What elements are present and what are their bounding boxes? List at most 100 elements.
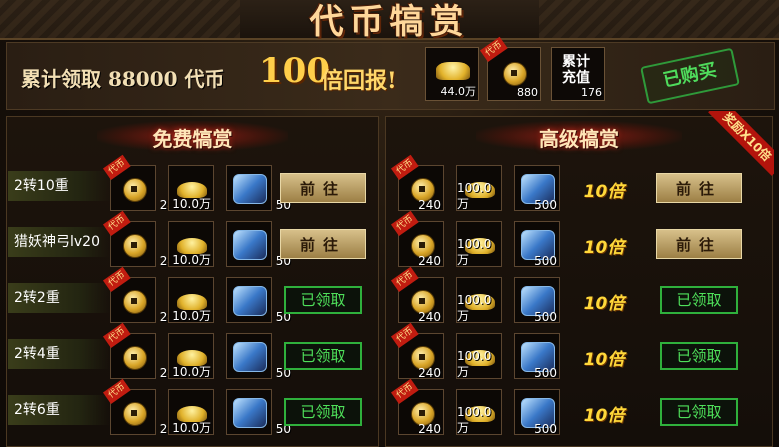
token-qty: 240 bbox=[418, 366, 441, 380]
window-title: 代币犒赏 bbox=[309, 2, 470, 42]
gold-qty: 100.0万 bbox=[457, 405, 492, 435]
gold-reward-slot[interactable]: 10.0万 bbox=[168, 389, 214, 435]
token-reward-slot[interactable]: 代币 240 bbox=[390, 378, 444, 436]
gold-reward-slot[interactable]: 10.0万 bbox=[168, 165, 214, 211]
token-qty: 240 bbox=[418, 310, 441, 324]
gold-reward-slot[interactable]: 10.0万 bbox=[168, 277, 214, 323]
free-panel-title: 免费犒赏 bbox=[152, 127, 233, 151]
gold-ingot-value: 44.0万 bbox=[440, 85, 477, 98]
gold-qty: 10.0万 bbox=[172, 365, 211, 379]
gold-reward-slot[interactable]: 10.0万 bbox=[168, 221, 214, 267]
token-reward-slot[interactable]: 代币24 bbox=[102, 210, 175, 268]
gem-stone-icon bbox=[233, 230, 267, 260]
token-reward-slot[interactable]: 代币24 bbox=[102, 322, 175, 380]
gold-qty: 100.0万 bbox=[457, 181, 492, 211]
recharge-value: 176 bbox=[581, 86, 602, 99]
gem-reward-slot[interactable]: 500 bbox=[514, 221, 560, 268]
token-reward-slot[interactable]: 代币24 bbox=[102, 154, 175, 212]
gem-reward-slot[interactable]: 50 bbox=[226, 221, 291, 268]
claimed-button[interactable]: 已领取 bbox=[660, 398, 738, 426]
token-coin-icon bbox=[123, 234, 147, 258]
claimed-button[interactable]: 已领取 bbox=[660, 286, 738, 314]
return-text: 倍回报! bbox=[321, 68, 397, 94]
free-row: 2转2重 代币24 10.0万 50 已领取 bbox=[8, 266, 378, 327]
gold-reward-slot[interactable]: 100.0万 bbox=[456, 389, 502, 435]
free-row: 2转10重 代币24 10.0万 50 前往 bbox=[8, 154, 378, 215]
gem-reward-slot[interactable]: 500 bbox=[514, 165, 560, 212]
token-reward-slot[interactable]: 代币24 bbox=[102, 378, 175, 436]
gold-reward-slot[interactable]: 100.0万 bbox=[456, 277, 502, 323]
gem-qty: 500 bbox=[534, 198, 557, 212]
go-button[interactable]: 前往 bbox=[280, 173, 366, 203]
summary-header: 累计领取 88000 代币 100 倍回报! 44.0万 代币 880 累计充值… bbox=[6, 36, 775, 110]
gold-reward-slot[interactable]: 100.0万 bbox=[456, 333, 502, 379]
gold-qty: 10.0万 bbox=[172, 197, 211, 211]
token-coin-icon bbox=[123, 178, 147, 202]
gold-ingot-icon bbox=[436, 62, 470, 80]
gem-qty: 500 bbox=[534, 310, 557, 324]
token-coin-icon bbox=[123, 290, 147, 314]
claimed-button[interactable]: 已领取 bbox=[284, 286, 362, 314]
purchased-stamp: 已购买 bbox=[640, 47, 740, 105]
go-button[interactable]: 前往 bbox=[280, 229, 366, 259]
gold-qty: 10.0万 bbox=[172, 309, 211, 323]
go-button[interactable]: 前往 bbox=[656, 173, 742, 203]
gem-qty: 500 bbox=[534, 254, 557, 268]
token-reward-slot[interactable]: 代币 240 bbox=[390, 322, 444, 380]
gold-reward-slot[interactable]: 100.0万 bbox=[456, 221, 502, 267]
return-multiplier: 100 bbox=[259, 51, 330, 91]
task-label: 2转10重 bbox=[8, 171, 110, 201]
claimed-button[interactable]: 已领取 bbox=[660, 342, 738, 370]
gem-qty: 500 bbox=[534, 366, 557, 380]
token-reward-slot[interactable]: 代币24 bbox=[102, 266, 175, 324]
gem-reward-slot[interactable]: 500 bbox=[514, 389, 560, 436]
premium-row: 代币 240 100.0万 500 10倍 前往 bbox=[390, 210, 768, 271]
premium-row: 代币 240 100.0万 500 10倍 已领取 bbox=[390, 378, 768, 439]
token-reward-slot[interactable]: 代币 240 bbox=[390, 154, 444, 212]
gold-qty: 100.0万 bbox=[457, 349, 492, 379]
task-label: 2转6重 bbox=[8, 395, 110, 425]
claimed-button[interactable]: 已领取 bbox=[284, 342, 362, 370]
multiplier-label: 10倍 bbox=[583, 350, 625, 370]
premium-row: 代币 240 100.0万 500 10倍 已领取 bbox=[390, 266, 768, 327]
gem-reward-slot[interactable]: 50 bbox=[226, 389, 291, 436]
gem-reward-slot[interactable]: 500 bbox=[514, 277, 560, 324]
token-reward-slot[interactable]: 代币 240 bbox=[390, 210, 444, 268]
gem-stone-icon bbox=[233, 398, 267, 428]
gold-ingot-slot[interactable]: 44.0万 bbox=[425, 47, 479, 101]
token-qty: 240 bbox=[418, 198, 441, 212]
token-coin-icon bbox=[123, 346, 147, 370]
premium-row: 代币 240 100.0万 500 10倍 已领取 bbox=[390, 322, 768, 383]
token-coin-icon bbox=[123, 402, 147, 426]
recharge-slot[interactable]: 累计充值 176 bbox=[551, 47, 605, 101]
gold-qty: 10.0万 bbox=[172, 253, 211, 267]
gem-stone-icon bbox=[233, 342, 267, 372]
gold-reward-slot[interactable]: 100.0万 bbox=[456, 165, 502, 211]
gem-reward-slot[interactable]: 50 bbox=[226, 333, 291, 380]
gem-reward-slot[interactable]: 50 bbox=[226, 165, 291, 212]
free-row: 2转6重 代币24 10.0万 50 已领取 bbox=[8, 378, 378, 439]
accumulated-text: 累计领取 88000 代币 bbox=[21, 67, 225, 91]
task-label: 猎妖神弓lv20 bbox=[8, 227, 110, 257]
multiplier-label: 10倍 bbox=[583, 182, 625, 202]
premium-row: 代币 240 100.0万 500 10倍 前往 bbox=[390, 154, 768, 215]
token-coin-slot[interactable]: 代币 880 bbox=[479, 36, 541, 101]
multiplier-label: 10倍 bbox=[583, 294, 625, 314]
token-reward-slot[interactable]: 代币 240 bbox=[390, 266, 444, 324]
gem-stone-icon bbox=[233, 174, 267, 204]
gold-reward-slot[interactable]: 10.0万 bbox=[168, 333, 214, 379]
title-banner: 代币犒赏 bbox=[0, 0, 779, 42]
gem-reward-slot[interactable]: 500 bbox=[514, 333, 560, 380]
gold-qty: 100.0万 bbox=[457, 237, 492, 267]
free-row: 猎妖神弓lv20 代币24 10.0万 50 前往 bbox=[8, 210, 378, 271]
gem-reward-slot[interactable]: 50 bbox=[226, 277, 291, 324]
free-row: 2转4重 代币24 10.0万 50 已领取 bbox=[8, 322, 378, 383]
reward-window: 代币犒赏 累计领取 88000 代币 100 倍回报! 44.0万 代币 880… bbox=[0, 0, 779, 447]
go-button[interactable]: 前往 bbox=[656, 229, 742, 259]
token-qty: 240 bbox=[418, 254, 441, 268]
multiplier-label: 10倍 bbox=[583, 238, 625, 258]
gem-qty: 500 bbox=[534, 422, 557, 436]
token-coin-icon bbox=[503, 62, 527, 86]
gold-qty: 10.0万 bbox=[172, 421, 211, 435]
claimed-button[interactable]: 已领取 bbox=[284, 398, 362, 426]
